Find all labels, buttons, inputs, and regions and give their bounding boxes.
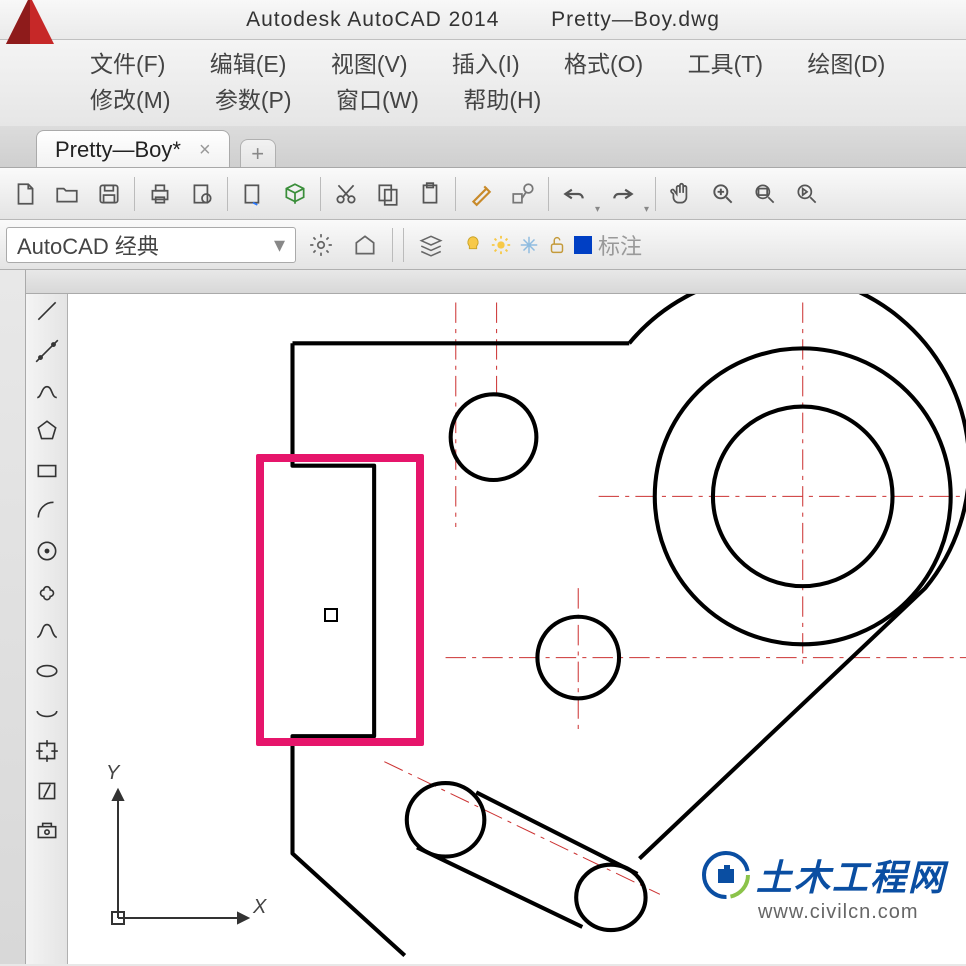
menu-window[interactable]: 窗口(W) (336, 82, 419, 118)
menu-insert[interactable]: 插入(I) (452, 46, 520, 82)
tab-strip: Pretty—Boy* × + (0, 126, 966, 168)
zoom-realtime-icon[interactable] (704, 175, 742, 213)
workspace-layer-toolbar: AutoCAD 经典 标注 (0, 220, 966, 270)
menu-format[interactable]: 格式(O) (564, 46, 643, 82)
layer-current-name: 标注 (598, 229, 642, 261)
sun-icon (490, 234, 512, 256)
circle-tool-icon[interactable] (30, 534, 64, 568)
ruler-horizontal (26, 270, 966, 294)
ellipse-arc-tool-icon[interactable] (30, 694, 64, 728)
redo-icon[interactable] (604, 175, 642, 213)
cut-icon[interactable] (327, 175, 365, 213)
window-title: Autodesk AutoCAD 2014 Pretty—Boy.dwg (60, 8, 966, 32)
layer-properties-icon[interactable] (412, 226, 450, 264)
cursor-pickbox (324, 608, 338, 622)
zoom-window-icon[interactable] (746, 175, 784, 213)
3d-dwf-icon[interactable] (276, 175, 314, 213)
workspace-selected: AutoCAD 经典 (17, 229, 159, 261)
polyline-tool-icon[interactable] (30, 374, 64, 408)
lock-open-icon (546, 234, 568, 256)
zoom-previous-icon[interactable] (788, 175, 826, 213)
arc-tool-icon[interactable] (30, 494, 64, 528)
tab-close-icon[interactable]: × (199, 139, 211, 162)
draw-toolbar (26, 270, 68, 964)
tab-label: Pretty—Boy* (55, 137, 181, 163)
layer-color-swatch (574, 236, 592, 254)
menu-tools[interactable]: 工具(T) (688, 46, 763, 82)
paste-icon[interactable] (411, 175, 449, 213)
watermark: 土木工程网 www.civilcn.com (702, 849, 946, 924)
document-tab-active[interactable]: Pretty—Boy* × (36, 130, 230, 167)
block-editor-icon[interactable] (504, 175, 542, 213)
layer-dropdown[interactable]: 标注 (456, 227, 642, 263)
menu-row-1: 文件(F) 编辑(E) 视图(V) 插入(I) 格式(O) 工具(T) 绘图(D… (90, 46, 966, 82)
print-preview-icon[interactable] (183, 175, 221, 213)
tab-add-button[interactable]: + (240, 139, 276, 167)
point-tool-icon[interactable] (30, 814, 64, 848)
watermark-url: www.civilcn.com (702, 901, 946, 924)
workspace-dropdown[interactable]: AutoCAD 经典 (6, 227, 296, 263)
model-space[interactable]: Y X 土木工程网 www.civilcn.com (68, 294, 966, 964)
ucs-x-label: X (253, 896, 266, 919)
file-name: Pretty—Boy.dwg (551, 8, 720, 31)
app-name: Autodesk AutoCAD 2014 (246, 8, 499, 31)
make-block-tool-icon[interactable] (30, 774, 64, 808)
spline-tool-icon[interactable] (30, 614, 64, 648)
app-logo (0, 0, 60, 40)
open-icon[interactable] (48, 175, 86, 213)
menu-view[interactable]: 视图(V) (331, 46, 408, 82)
menu-modify[interactable]: 修改(M) (90, 82, 170, 118)
undo-dropdown-icon[interactable]: ▾ (595, 204, 600, 219)
ucs-icon: Y X (98, 768, 268, 944)
menu-bar: 文件(F) 编辑(E) 视图(V) 插入(I) 格式(O) 工具(T) 绘图(D… (0, 40, 966, 126)
ucs-y-label: Y (106, 762, 119, 785)
title-bar: Autodesk AutoCAD 2014 Pretty—Boy.dwg (0, 0, 966, 40)
copy-icon[interactable] (369, 175, 407, 213)
menu-draw[interactable]: 绘图(D) (807, 46, 885, 82)
rectangle-tool-icon[interactable] (30, 454, 64, 488)
watermark-logo-icon (702, 851, 750, 899)
revcloud-tool-icon[interactable] (30, 574, 64, 608)
freeze-icon (518, 234, 540, 256)
print-icon[interactable] (141, 175, 179, 213)
selection-highlight-box (256, 454, 424, 746)
standard-toolbar: ▾ ▾ (0, 168, 966, 220)
polygon-tool-icon[interactable] (30, 414, 64, 448)
save-icon[interactable] (90, 175, 128, 213)
menu-edit[interactable]: 编辑(E) (210, 46, 287, 82)
workspace-settings-icon[interactable] (302, 226, 340, 264)
ellipse-tool-icon[interactable] (30, 654, 64, 688)
menu-file[interactable]: 文件(F) (90, 46, 165, 82)
workspace-my-icon[interactable] (346, 226, 384, 264)
xline-tool-icon[interactable] (30, 334, 64, 368)
menu-row-2: 修改(M) 参数(P) 窗口(W) 帮助(H) (90, 82, 966, 118)
ruler-vertical (0, 270, 26, 964)
pan-icon[interactable] (662, 175, 700, 213)
watermark-title: 土木工程网 (756, 849, 946, 901)
line-tool-icon[interactable] (30, 294, 64, 328)
menu-help[interactable]: 帮助(H) (463, 82, 541, 118)
insert-block-tool-icon[interactable] (30, 734, 64, 768)
redo-dropdown-icon[interactable]: ▾ (644, 204, 649, 219)
menu-parametric[interactable]: 参数(P) (215, 82, 292, 118)
bulb-on-icon (462, 234, 484, 256)
drawing-area: Y X 土木工程网 www.civilcn.com (0, 270, 966, 964)
publish-icon[interactable] (234, 175, 272, 213)
new-icon[interactable] (6, 175, 44, 213)
undo-icon[interactable] (555, 175, 593, 213)
match-properties-icon[interactable] (462, 175, 500, 213)
